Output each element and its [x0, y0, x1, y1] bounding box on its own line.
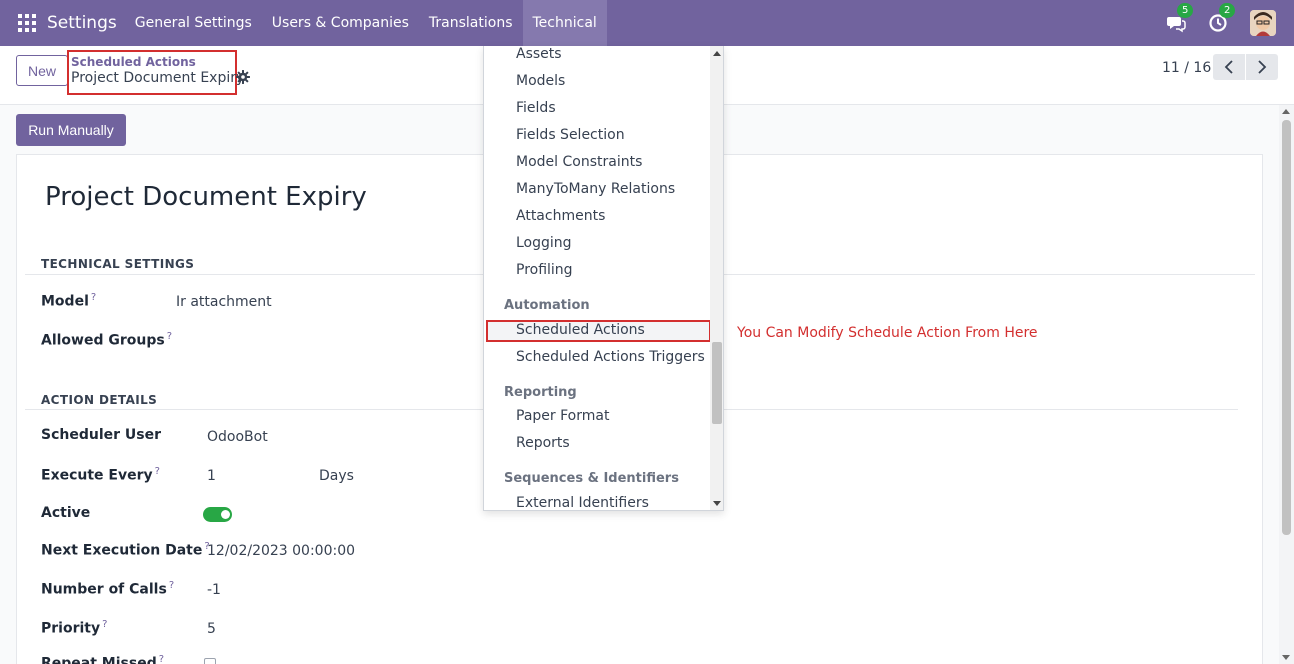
dropdown-item-reports[interactable]: Reports — [516, 435, 570, 451]
breadcrumb-current: Project Document Expiry — [71, 70, 245, 86]
scheduler-user-label: Scheduler User — [41, 427, 162, 443]
activities-badge: 2 — [1219, 3, 1236, 18]
dropdown-item-fields-selection[interactable]: Fields Selection — [516, 127, 625, 143]
section-technical-settings: TECHNICAL SETTINGS — [41, 257, 195, 271]
page-scrollbar-thumb[interactable] — [1282, 120, 1291, 535]
active-label: Active — [41, 505, 91, 521]
model-value[interactable]: Ir attachment — [176, 294, 272, 310]
messages-icon[interactable]: 5 — [1166, 3, 1194, 33]
help-tooltip-icon[interactable]: ? — [91, 292, 96, 303]
execute-every-label: Execute Every? — [41, 466, 160, 484]
technical-dropdown-menu: Assets Models Fields Fields Selection Mo… — [483, 46, 724, 511]
priority-value[interactable]: 5 — [207, 621, 216, 637]
allowed-groups-label: Allowed Groups? — [41, 331, 173, 349]
help-tooltip-icon[interactable]: ? — [159, 654, 164, 664]
dropdown-item-external-identifiers[interactable]: External Identifiers — [516, 495, 649, 510]
top-navbar: Settings General Settings Users & Compan… — [0, 0, 1294, 46]
apps-grid-icon[interactable] — [18, 14, 36, 32]
scroll-down-arrow-icon[interactable] — [1282, 655, 1290, 660]
dropdown-item-scheduled-actions-triggers[interactable]: Scheduled Actions Triggers — [516, 349, 705, 365]
model-label: Model? — [41, 292, 97, 310]
messages-badge: 5 — [1177, 3, 1194, 18]
run-manually-button[interactable]: Run Manually — [16, 114, 126, 146]
page-scrollbar[interactable] — [1279, 105, 1294, 664]
dropdown-scroll-down-arrow-icon[interactable] — [713, 501, 721, 506]
app-brand[interactable]: Settings — [47, 13, 117, 33]
gear-icon[interactable] — [236, 70, 250, 84]
dropdown-item-model-constraints[interactable]: Model Constraints — [516, 154, 642, 170]
next-execution-date-label: Next Execution Date? — [41, 541, 210, 559]
systray: 5 2 — [1166, 0, 1294, 46]
annotation-text: You Can Modify Schedule Action From Here — [737, 325, 1038, 341]
dropdown-scrollbar[interactable] — [710, 46, 723, 510]
dropdown-scroll-up-arrow-icon[interactable] — [713, 51, 721, 56]
dropdown-item-assets[interactable]: Assets — [516, 46, 562, 62]
dropdown-item-scheduled-actions[interactable]: Scheduled Actions — [516, 322, 645, 338]
pager-value[interactable]: 11 / 16 — [1162, 60, 1211, 76]
user-avatar[interactable] — [1250, 10, 1276, 36]
dropdown-item-logging[interactable]: Logging — [516, 235, 572, 251]
dropdown-item-models[interactable]: Models — [516, 73, 565, 89]
execute-every-value[interactable]: 1 — [207, 468, 216, 484]
breadcrumb-parent-link[interactable]: Scheduled Actions — [71, 55, 233, 70]
new-button[interactable]: New — [16, 55, 68, 86]
breadcrumb: Scheduled Actions Project Document Expir… — [67, 50, 245, 95]
repeat-missed-checkbox[interactable] — [204, 658, 216, 664]
pager-previous-button[interactable] — [1213, 54, 1245, 80]
help-tooltip-icon[interactable]: ? — [155, 466, 160, 477]
dropdown-item-many2many-relations[interactable]: ManyToMany Relations — [516, 181, 675, 197]
activities-clock-icon[interactable]: 2 — [1208, 3, 1236, 33]
help-tooltip-icon[interactable]: ? — [167, 331, 172, 342]
dropdown-item-attachments[interactable]: Attachments — [516, 208, 605, 224]
section-action-details: ACTION DETAILS — [41, 393, 158, 407]
dropdown-scrollbar-thumb[interactable] — [712, 342, 722, 424]
menu-technical[interactable]: Technical — [522, 0, 607, 46]
next-execution-date-value[interactable]: 12/02/2023 00:00:00 — [207, 543, 355, 559]
menu-users-companies[interactable]: Users & Companies — [262, 0, 419, 46]
record-title[interactable]: Project Document Expiry — [45, 182, 367, 212]
dropdown-item-fields[interactable]: Fields — [516, 100, 556, 116]
pager-next-button[interactable] — [1246, 54, 1278, 80]
number-of-calls-label: Number of Calls? — [41, 580, 175, 598]
chevron-left-icon — [1224, 60, 1233, 74]
help-tooltip-icon[interactable]: ? — [102, 619, 107, 630]
repeat-missed-label: Repeat Missed? — [41, 654, 165, 664]
dropdown-header-automation: Automation — [504, 298, 590, 313]
dropdown-item-profiling[interactable]: Profiling — [516, 262, 573, 278]
execute-every-unit[interactable]: Days — [319, 468, 354, 484]
active-toggle[interactable] — [203, 507, 232, 522]
dropdown-item-paper-format[interactable]: Paper Format — [516, 408, 609, 424]
dropdown-header-sequences: Sequences & Identifiers — [504, 471, 679, 486]
menu-general-settings[interactable]: General Settings — [125, 0, 262, 46]
priority-label: Priority? — [41, 619, 108, 637]
number-of-calls-value[interactable]: -1 — [207, 582, 221, 598]
scroll-up-arrow-icon[interactable] — [1282, 109, 1290, 114]
dropdown-header-reporting: Reporting — [504, 385, 577, 400]
menu-translations[interactable]: Translations — [419, 0, 523, 46]
scheduler-user-value[interactable]: OdooBot — [207, 429, 268, 445]
chevron-right-icon — [1258, 60, 1267, 74]
help-tooltip-icon[interactable]: ? — [169, 580, 174, 591]
